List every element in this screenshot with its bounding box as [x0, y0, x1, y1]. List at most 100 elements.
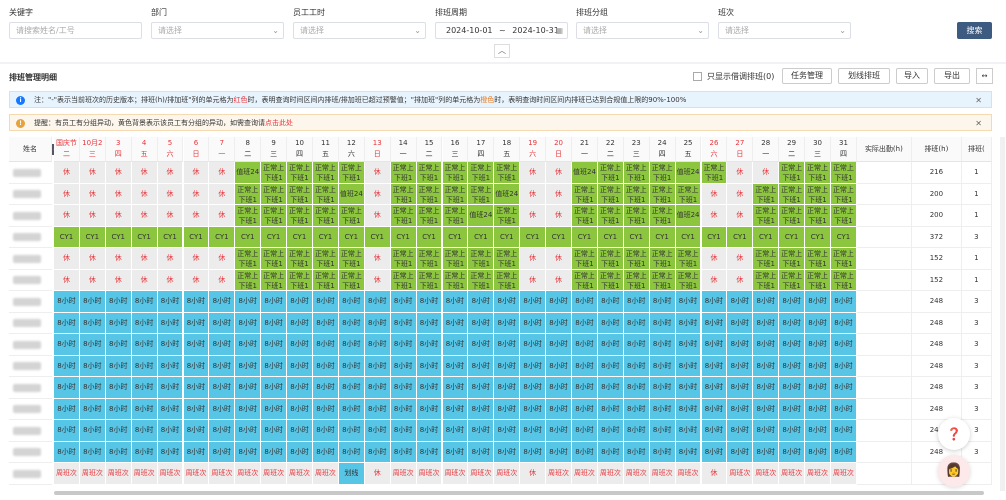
shift-cell[interactable]: 8小时 — [546, 291, 572, 313]
shift-cell[interactable]: 正常上下班1 — [287, 205, 313, 227]
shift-cell[interactable]: 正常上下班1 — [468, 183, 495, 205]
shift-cell[interactable]: 8小时 — [623, 355, 650, 377]
shift-cell[interactable]: 8小时 — [390, 441, 417, 463]
shift-cell[interactable]: 休 — [727, 183, 754, 205]
shift-cell[interactable]: 8小时 — [805, 291, 831, 313]
shift-cell[interactable]: 正常上下班1 — [649, 205, 676, 227]
shift-cell[interactable]: 休 — [701, 183, 728, 205]
shift-cell[interactable]: 周班次 — [468, 463, 495, 485]
shift-cell[interactable]: 8小时 — [520, 441, 547, 463]
shift-cell[interactable]: 休 — [79, 183, 106, 205]
shift-cell[interactable]: 周班次 — [675, 463, 702, 485]
shift-cell[interactable]: 8小时 — [494, 291, 521, 313]
shift-cell[interactable]: 8小时 — [597, 441, 624, 463]
shift-cell[interactable]: 8小时 — [364, 312, 391, 334]
employee-name-cell[interactable] — [9, 377, 52, 399]
shift-cell[interactable]: 8小时 — [494, 334, 521, 356]
shift-cell[interactable]: 8小时 — [597, 355, 624, 377]
shift-cell[interactable]: 8小时 — [546, 334, 572, 356]
shift-cell[interactable]: 8小时 — [597, 377, 624, 399]
shift-cell[interactable]: 正常上下班1 — [442, 162, 469, 184]
shift-cell[interactable]: 正常上下班1 — [313, 183, 339, 205]
shift-cell[interactable]: CY1 — [675, 226, 702, 248]
shift-cell[interactable]: 周班次 — [727, 463, 754, 485]
shift-cell[interactable]: 8小时 — [183, 398, 210, 420]
date-end[interactable]: 2024-10-31 — [512, 26, 559, 35]
shift-cell[interactable]: 8小时 — [520, 291, 547, 313]
shift-cell[interactable]: 8小时 — [675, 441, 702, 463]
employee-name-cell[interactable] — [9, 226, 52, 248]
export-button[interactable]: 导出 — [934, 68, 970, 84]
shift-cell[interactable]: 8小时 — [131, 420, 158, 442]
shift-cell[interactable]: 休 — [209, 183, 236, 205]
shift-cell[interactable]: 正常上下班1 — [831, 248, 857, 270]
shift-cell[interactable]: 8小时 — [131, 377, 158, 399]
shift-cell[interactable]: 8小时 — [235, 312, 262, 334]
shift-cell[interactable]: 8小时 — [442, 377, 469, 399]
shift-cell[interactable]: 周班次 — [753, 463, 780, 485]
employee-name-cell[interactable] — [9, 441, 52, 463]
shift-cell[interactable]: CY1 — [313, 226, 339, 248]
shift-cell[interactable]: 休 — [520, 248, 547, 270]
shift-cell[interactable]: 休 — [701, 463, 728, 485]
shift-cell[interactable]: 休 — [131, 269, 158, 291]
shift-cell[interactable]: 8小时 — [54, 441, 80, 463]
shift-cell[interactable]: 8小时 — [831, 334, 857, 356]
shift-cell[interactable]: 8小时 — [131, 398, 158, 420]
shift-cell[interactable]: 8小时 — [183, 441, 210, 463]
shift-cell[interactable]: 8小时 — [287, 398, 313, 420]
shift-cell[interactable]: 正常上下班1 — [235, 248, 262, 270]
shift-cell[interactable]: 正常上下班1 — [649, 162, 676, 184]
shift-cell[interactable]: 正常上下班1 — [416, 248, 443, 270]
shift-cell[interactable]: 8小时 — [442, 291, 469, 313]
shift-cell[interactable]: 周班次 — [261, 463, 288, 485]
horizontal-scrollbar[interactable] — [54, 491, 984, 495]
shift-cell[interactable]: 正常上下班1 — [623, 162, 650, 184]
shift-cell[interactable]: 8小时 — [157, 312, 184, 334]
shift-cell[interactable]: 8小时 — [105, 291, 132, 313]
shift-cell[interactable]: 8小时 — [494, 420, 521, 442]
shift-cell[interactable]: 8小时 — [105, 398, 132, 420]
shift-cell[interactable]: 休 — [701, 205, 728, 227]
shift-cell[interactable]: 8小时 — [831, 441, 857, 463]
shift-cell[interactable]: 8小时 — [390, 291, 417, 313]
shift-cell[interactable]: 8小时 — [209, 441, 236, 463]
shift-cell[interactable]: 8小时 — [572, 398, 598, 420]
shift-cell[interactable]: 8小时 — [701, 312, 728, 334]
shift-cell[interactable]: 8小时 — [390, 420, 417, 442]
shift-cell[interactable]: 8小时 — [805, 441, 831, 463]
shift-cell[interactable]: 正常上下班1 — [416, 162, 443, 184]
shift-cell[interactable]: CY1 — [54, 226, 80, 248]
shift-cell[interactable]: 正常上下班1 — [287, 248, 313, 270]
shift-cell[interactable]: 休 — [727, 269, 754, 291]
shift-cell[interactable]: 正常上下班1 — [779, 183, 806, 205]
shift-cell[interactable]: 正常上下班1 — [831, 183, 857, 205]
shift-cell[interactable]: 8小时 — [105, 377, 132, 399]
shift-cell[interactable]: 8小时 — [753, 312, 780, 334]
dept-select[interactable]: 请选择 ⌄ — [151, 22, 284, 39]
shift-cell[interactable]: 8小时 — [183, 334, 210, 356]
shift-cell[interactable]: 8小时 — [675, 312, 702, 334]
shift-cell[interactable]: 休 — [105, 269, 132, 291]
shift-cell[interactable]: 休 — [131, 205, 158, 227]
shift-cell[interactable]: 8小时 — [805, 312, 831, 334]
shift-cell[interactable]: 正常上下班1 — [779, 248, 806, 270]
shift-cell[interactable]: 8小时 — [261, 441, 288, 463]
shift-cell[interactable]: 正常上下班1 — [779, 269, 806, 291]
shift-cell[interactable]: 休 — [54, 248, 80, 270]
shift-cell[interactable]: 8小时 — [649, 420, 676, 442]
employee-name-cell[interactable] — [9, 269, 52, 291]
shift-cell[interactable]: 8小时 — [364, 291, 391, 313]
shift-cell[interactable]: 8小时 — [649, 398, 676, 420]
shift-cell[interactable]: 正常上下班1 — [779, 205, 806, 227]
shift-cell[interactable]: 8小时 — [494, 312, 521, 334]
shift-cell[interactable]: 8小时 — [831, 355, 857, 377]
task-mgmt-button[interactable]: 任务管理 — [782, 68, 832, 84]
shift-cell[interactable]: 8小时 — [54, 291, 80, 313]
shift-cell[interactable]: 8小时 — [209, 312, 236, 334]
shift-cell[interactable]: 8小时 — [79, 398, 106, 420]
shift-cell[interactable]: 正常上下班1 — [572, 248, 598, 270]
shift-cell[interactable]: 8小时 — [364, 377, 391, 399]
shift-cell[interactable]: 8小时 — [416, 312, 443, 334]
shift-cell[interactable]: 正常上下班1 — [649, 248, 676, 270]
